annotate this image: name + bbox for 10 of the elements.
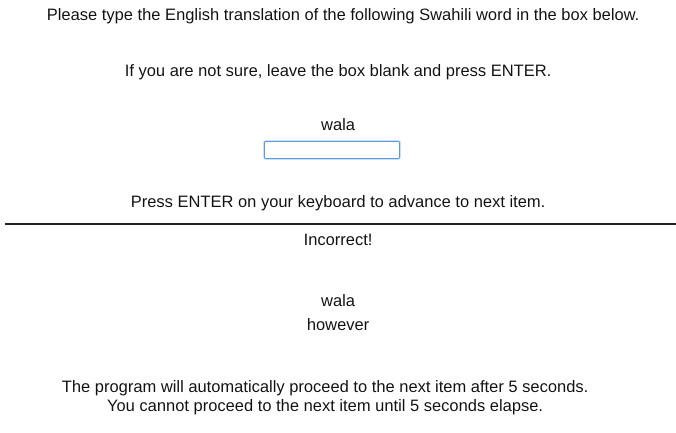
swahili-word: wala bbox=[321, 116, 355, 136]
note-text: The program will automatically proceed to the next item after 5 seconds. bbox=[62, 378, 588, 398]
advance-hint: Press ENTER on your keyboard to advance to next item. bbox=[130, 193, 546, 214]
swahili-word: wala bbox=[321, 292, 355, 312]
note-text: You cannot proceed to the next item until 5 seconds elapse. bbox=[106, 397, 544, 418]
instruction-text: Please type the English translation of the following Swahili word in the box below. bbox=[46, 6, 640, 26]
translation-text: however bbox=[306, 316, 370, 336]
instruction-text: If you are not sure, leave the box blank and press ENTER. bbox=[124, 62, 552, 82]
answer-field[interactable] bbox=[264, 141, 400, 160]
result-text: Incorrect! bbox=[304, 231, 372, 251]
